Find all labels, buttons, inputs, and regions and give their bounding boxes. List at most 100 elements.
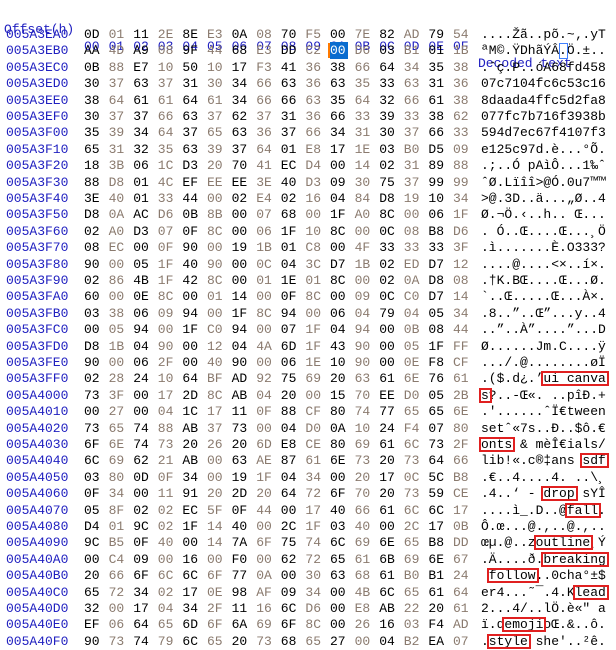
hex-byte[interactable]: 14 [207,534,225,551]
hex-byte[interactable]: 37 [182,124,200,141]
hex-byte[interactable]: 63 [330,75,348,92]
hex-byte[interactable]: 02 [84,223,102,240]
hex-byte[interactable]: 94 [232,321,250,338]
hex-byte[interactable]: 4C [158,174,176,191]
decoded-text[interactable]: ˆØ.Lïîî>@Ó.0u7™™ [481,174,606,191]
hex-byte[interactable]: D7 [330,256,348,273]
hex-byte[interactable]: 00 [330,239,348,256]
hex-byte[interactable]: 38 [84,92,102,109]
hex-byte[interactable]: 66 [355,59,373,76]
hex-byte[interactable]: 06 [428,206,446,223]
hex-byte[interactable]: 00 [256,288,274,305]
decoded-text[interactable]: .ì.......È.O333? [481,239,606,256]
hex-byte[interactable]: 61 [428,92,446,109]
hex-byte[interactable]: 94 [281,305,299,322]
hex-byte[interactable]: 69 [355,534,373,551]
hex-byte[interactable]: 9C [133,518,151,535]
hex-byte[interactable]: 04 [404,305,422,322]
hex-byte[interactable]: 88 [84,174,102,191]
hex-byte[interactable]: 00 [207,190,225,207]
hex-byte[interactable]: 01 [109,26,127,43]
hex-byte[interactable]: 04 [379,633,397,650]
hex-byte[interactable]: 34 [453,305,471,322]
hex-byte[interactable]: 00 [281,567,299,584]
hex-byte[interactable]: 00 [109,256,127,273]
hex-byte[interactable]: 4A [256,338,274,355]
hex-byte[interactable]: 21 [158,452,176,469]
hex-byte[interactable]: 80 [330,403,348,420]
hex-row[interactable]: 005A4090 9C B5 0F 40 00 14 7A 6F 75 74 6C 69 6E 65 B8 DD… [0,534,616,551]
hex-byte[interactable]: 17 [453,502,471,519]
hex-byte[interactable]: 73 [84,387,102,404]
hex-byte[interactable]: 00 [207,452,225,469]
hex-byte[interactable]: 32 [133,141,151,158]
hex-byte[interactable]: 20 [330,370,348,387]
hex-byte[interactable]: 0E [207,584,225,601]
hex-byte[interactable]: 20 [428,600,446,617]
hex-byte[interactable]: 61 [158,92,176,109]
hex-byte[interactable]: 8E [182,26,200,43]
hex-byte[interactable]: F4 [428,616,446,633]
hex-byte[interactable]: 64 [379,59,397,76]
hex-byte[interactable]: 37 [158,75,176,92]
hex-byte[interactable]: CF [453,354,471,371]
hex-byte[interactable]: 01 [305,272,323,289]
hex-byte[interactable]: 65 [158,616,176,633]
hex-byte[interactable]: 44 [256,502,274,519]
decoded-text[interactable]: .†K.BŒ....Œ...Ø. [481,272,606,289]
hex-byte[interactable]: 00 [232,206,250,223]
hex-byte[interactable]: B0 [404,567,422,584]
hex-byte[interactable]: 33 [158,190,176,207]
hex-byte[interactable]: 65 [330,551,348,568]
hex-byte[interactable]: 1F [158,256,176,273]
hex-byte[interactable]: 17 [182,584,200,601]
hex-byte[interactable]: 30 [84,108,102,125]
hex-byte[interactable]: 0A [109,206,127,223]
hex-byte[interactable]: 07 [158,223,176,240]
hex-byte[interactable]: 44 [207,42,225,59]
hex-byte[interactable]: 09 [453,141,471,158]
hex-row[interactable]: 005A4070 05 8F 02 02 EC 5F 0F 44 00 17 40 66 61 6C 6C 17… [0,502,616,519]
hex-byte[interactable]: 40 [355,518,373,535]
hex-byte[interactable]: 69 [305,370,323,387]
hex-byte[interactable]: E4 [256,190,274,207]
hex-byte[interactable]: 73 [355,452,373,469]
hex-byte[interactable]: 17 [379,469,397,486]
hex-byte[interactable]: 08 [453,272,471,289]
hex-byte[interactable]: 14 [453,288,471,305]
hex-byte[interactable]: 17 [158,387,176,404]
hex-byte[interactable]: 0F [158,469,176,486]
hex-byte[interactable]: 8C [330,223,348,240]
hex-byte[interactable]: 61 [379,436,397,453]
decoded-text[interactable]: ....@....<×..í×. [481,256,606,273]
hex-byte[interactable]: B0 [404,141,422,158]
hex-byte[interactable]: 5C [428,469,446,486]
hex-byte[interactable]: CF [305,403,323,420]
hex-byte[interactable]: 10 [330,354,348,371]
hex-byte[interactable]: 33 [428,239,446,256]
hex-byte[interactable]: 27 [330,633,348,650]
hex-byte[interactable]: 6F [281,616,299,633]
hex-byte[interactable]: 63 [305,92,323,109]
hex-byte[interactable]: 66 [109,567,127,584]
hex-byte[interactable]: 6E [404,370,422,387]
hex-byte[interactable]: 40 [158,534,176,551]
hex-byte[interactable]: 88 [281,403,299,420]
hex-byte[interactable]: 06 [133,354,151,371]
hex-byte[interactable]: 3F [109,387,127,404]
hex-byte[interactable]: 1F [453,206,471,223]
decoded-text[interactable]: s?..-Œ«. ..pîÐ.+ [481,387,606,404]
hex-byte[interactable]: C2 [305,42,323,59]
hex-byte[interactable]: E8 [281,436,299,453]
hex-byte[interactable]: 00 [330,616,348,633]
hex-byte[interactable]: 0E [404,354,422,371]
hex-byte[interactable]: 65 [404,584,422,601]
hex-row[interactable]: 005A3FB0 03 38 06 09 94 00 1F 8C 94 00 06 04 79 04 05 34… [0,305,616,322]
hex-byte[interactable]: 65 [109,420,127,437]
hex-byte[interactable]: 3C [305,256,323,273]
hex-row[interactable]: 005A40D0 32 00 17 04 34 2F 11 16 6C D6 00 E8 AB 22 20 61… [0,600,616,617]
decoded-text[interactable]: .ˆç.P..óA68fd458 [481,59,606,76]
hex-byte[interactable]: 77 [379,403,397,420]
hex-byte[interactable]: EF [84,616,102,633]
hex-byte[interactable]: 20 [207,157,225,174]
